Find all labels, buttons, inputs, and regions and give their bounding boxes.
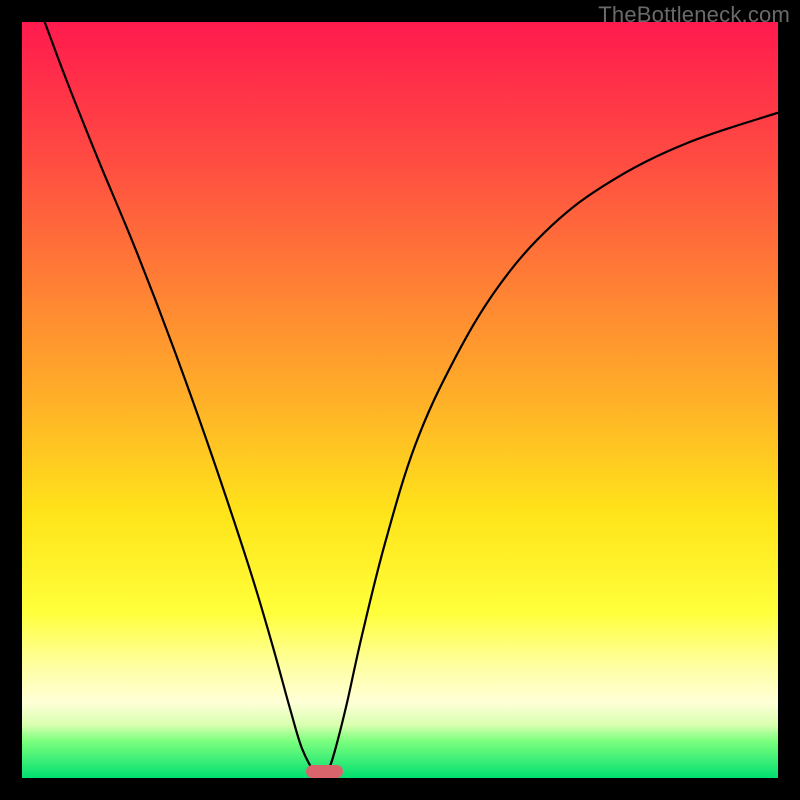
watermark-text: TheBottleneck.com (598, 2, 790, 28)
bottleneck-curve (22, 22, 778, 778)
chart-plot-area (22, 22, 778, 778)
bottleneck-marker (306, 765, 344, 778)
